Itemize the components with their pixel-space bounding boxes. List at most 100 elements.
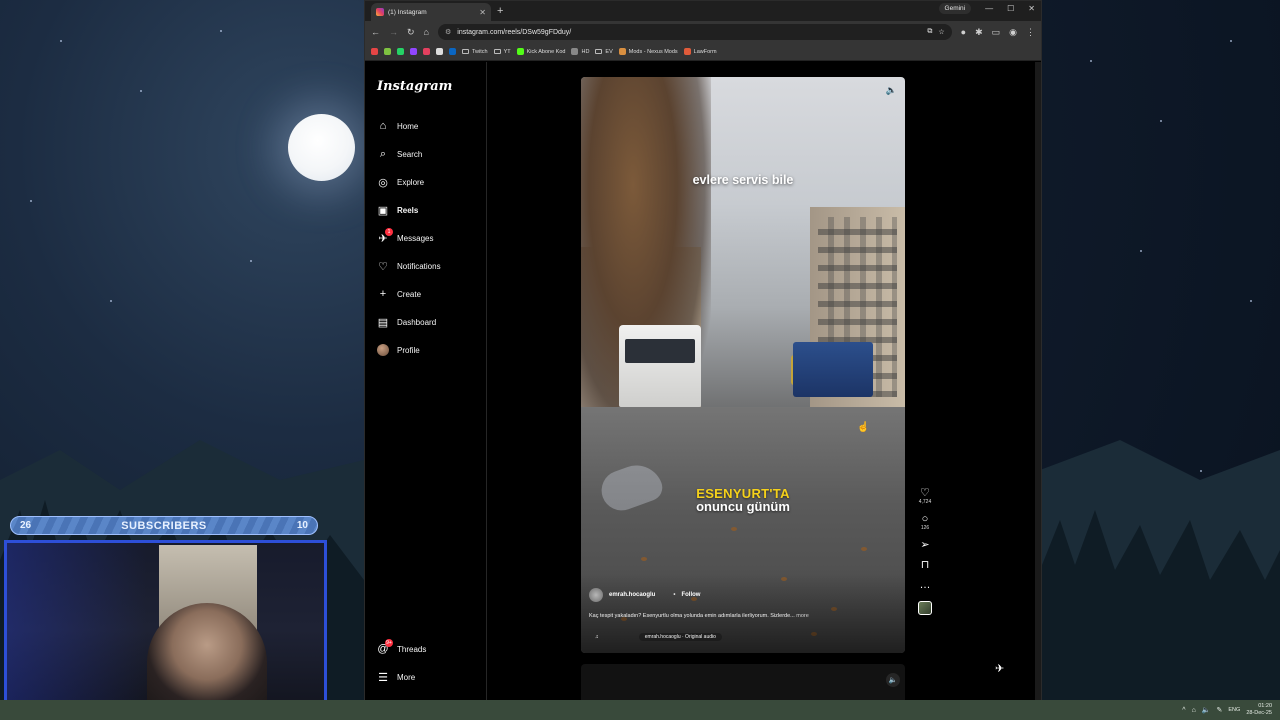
new-tab-button[interactable]: + [497, 5, 503, 17]
nav-more[interactable]: ☰ More [377, 671, 415, 684]
bookmark-nexus-mods[interactable]: Mods - Nexus Mods [618, 48, 678, 55]
extension-icon[interactable]: ● [961, 27, 966, 37]
bookmark-hd[interactable]: HD [571, 48, 589, 55]
back-icon[interactable]: ← [371, 27, 380, 37]
close-tab-icon[interactable]: ✕ [479, 8, 486, 17]
video-caption-top: evlere servis bile [692, 173, 794, 187]
language-indicator[interactable]: ENG [1228, 707, 1240, 713]
mute-toggle-icon[interactable]: 🔈 [886, 673, 900, 687]
share-action[interactable]: ➢ [920, 539, 929, 551]
nav-create[interactable]: + Create [377, 288, 421, 300]
url-text: instagram.com/reels/DSw59gFDduy/ [457, 28, 572, 36]
nav-notifications[interactable]: ♡ Notifications [377, 260, 441, 273]
save-action[interactable]: ⊓ [921, 559, 930, 571]
pen-icon[interactable]: ✎ [1217, 706, 1223, 714]
next-reel-preview[interactable] [581, 664, 905, 700]
more-icon: … [919, 579, 931, 591]
bookmark-twitch[interactable]: Twitch [462, 49, 488, 55]
extensions-puzzle-icon[interactable]: ✱ [975, 27, 983, 38]
sidepanel-icon[interactable]: ▭ [992, 27, 1001, 38]
music-note-icon: ♫ [595, 634, 599, 640]
messages-fab-icon[interactable]: ✈ [995, 662, 1011, 678]
bookmark-label: Kick Abone Kod [526, 48, 566, 55]
nav-label: Home [397, 121, 419, 131]
browser-menu-icon[interactable]: ⋮ [1026, 27, 1035, 38]
maximize-icon[interactable]: ☐ [1007, 4, 1014, 13]
nav-dashboard[interactable]: ▤ Dashboard [377, 316, 436, 329]
bookmark-star-icon[interactable]: ☆ [938, 28, 944, 36]
minimize-icon[interactable]: — [985, 4, 993, 13]
close-window-icon[interactable]: ✕ [1028, 4, 1035, 13]
follow-button[interactable]: Follow [681, 592, 700, 598]
separator-dot: • [673, 592, 676, 598]
instagram-favicon-icon [376, 8, 384, 16]
hd-icon [571, 48, 579, 55]
nexus-icon [618, 48, 626, 55]
speaker-icon[interactable]: 🔈 [886, 85, 897, 96]
install-app-icon[interactable]: ⧉ [927, 28, 932, 36]
reels-icon: ▣ [377, 204, 389, 217]
moon-image [288, 114, 355, 181]
profile-icon[interactable]: ◉ [1009, 27, 1017, 38]
clock-date: 28-Dec-25 [1246, 710, 1272, 716]
video-caption-sub: onuncu günüm [696, 499, 790, 514]
search-icon: ⌕ [379, 147, 387, 160]
description-text: Kaç tespit yakaladın? Esenyurtlu olma yo… [589, 613, 795, 619]
nav-label: Create [397, 289, 422, 299]
heart-icon: ♡ [920, 487, 930, 499]
volume-icon[interactable]: 🔈 [1202, 706, 1211, 714]
like-action[interactable]: ♡ 4,724 [919, 487, 932, 505]
site-info-icon[interactable]: ⚙ [445, 28, 451, 36]
comment-action[interactable]: ○ 126 [921, 513, 929, 531]
lawform-icon [683, 48, 691, 55]
nav-home[interactable]: ⌂ Home [377, 120, 419, 132]
bookmark-twitch-icon[interactable] [410, 48, 417, 55]
author-username[interactable]: emrah.hocaoglu [609, 592, 655, 598]
bookmark-x-icon[interactable] [436, 48, 443, 55]
bookmark-whatsapp-icon[interactable] [397, 48, 404, 55]
bookmark-youtube-icon[interactable] [371, 48, 378, 55]
network-icon[interactable]: ⌂ [1192, 707, 1196, 714]
instagram-page: Instagram ⌂ Home ⌕ Search ◎ Explore ▣ Re… [365, 62, 1041, 700]
nav-label: Threads [397, 644, 427, 654]
bookmark-linkedin-icon[interactable] [449, 48, 456, 55]
nav-messages[interactable]: ✈ 1 Messages [377, 228, 433, 245]
bookmark-yt[interactable]: YT [493, 48, 511, 55]
gemini-button[interactable]: Gemini [938, 3, 972, 14]
clock[interactable]: 01:20 28-Dec-25 [1246, 703, 1272, 717]
tray-chevron-icon[interactable]: ^ [1182, 707, 1185, 714]
reel-video[interactable]: 🔈 evlere servis bile ESENYURT'TA onuncu … [581, 77, 905, 653]
author-avatar[interactable] [589, 588, 603, 602]
kick-icon [516, 48, 524, 55]
bookmark-ev[interactable]: EV [595, 49, 613, 55]
subscribers-bar: 26 SUBSCRIBERS 10 [10, 516, 318, 535]
nav-search[interactable]: ⌕ Search [377, 148, 422, 160]
bookmark-lawform[interactable]: LawForm [683, 48, 717, 55]
bookmark-instagram-icon[interactable] [423, 48, 430, 55]
blue-truck [793, 342, 873, 397]
bookmark-kick-abone[interactable]: Kick Abone Kod [516, 48, 566, 55]
webcam-light [7, 543, 147, 717]
bookmarks-bar: Twitch YT Kick Abone Kod HD EV Mods - Ne… [365, 43, 1041, 61]
nav-explore[interactable]: ◎ Explore [377, 176, 424, 189]
home-browser-icon[interactable]: ⌂ [424, 27, 429, 37]
audio-thumbnail[interactable] [918, 601, 932, 615]
bookmark-kick-icon[interactable] [384, 48, 391, 55]
page-scrollbar[interactable] [1035, 62, 1041, 700]
webcam-feed [4, 540, 327, 720]
more-options-action[interactable]: … [920, 579, 931, 591]
nav-profile[interactable]: Profile [377, 344, 420, 356]
address-bar[interactable]: ⚙ instagram.com/reels/DSw59gFDduy/ ⧉ ☆ [437, 24, 952, 40]
more-link[interactable]: more [796, 613, 809, 619]
folder-icon [595, 49, 603, 54]
reel-audio[interactable]: ♫ emrah.hocaoglu · Original audio [595, 632, 745, 642]
nav-threads[interactable]: @9+ Threads [377, 639, 427, 655]
threads-badge: 9+ [385, 639, 393, 647]
nav-label: Reels [397, 205, 419, 215]
bookmark-label: YT [503, 48, 511, 55]
nav-reels[interactable]: ▣ Reels [377, 204, 419, 217]
reload-icon[interactable]: ↻ [407, 27, 415, 38]
forward-icon[interactable]: → [389, 27, 398, 37]
instagram-logo[interactable]: Instagram [377, 79, 452, 94]
tab-instagram[interactable]: (1) Instagram ✕ [371, 3, 491, 21]
